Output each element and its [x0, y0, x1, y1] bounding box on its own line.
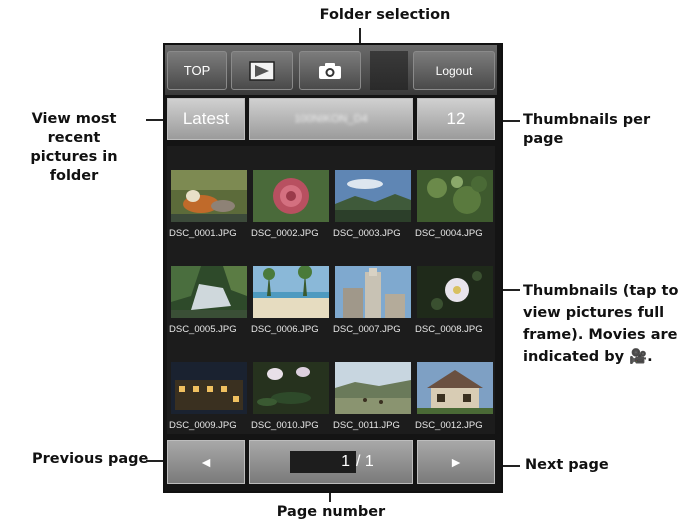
folder-name: 100NIKON_D4 [294, 113, 368, 125]
callout-line: frame). Movies are [523, 327, 678, 343]
thumbnail-filename: DSC_0012.JPG [415, 420, 483, 431]
callout-page-number: Page number [276, 504, 386, 520]
callout-view-recent: View most recent pictures in folder [4, 110, 144, 186]
playback-icon [249, 60, 275, 81]
thumbnail-image [253, 170, 329, 222]
callout-previous-page: Previous page [32, 451, 149, 467]
thumbnail-filename: DSC_0002.JPG [251, 228, 319, 239]
thumbnail-image [171, 362, 247, 414]
arrow-right-icon: ► [449, 454, 463, 470]
folder-selector[interactable]: 100NIKON_D4 [249, 98, 413, 140]
thumbnail-filename: DSC_0007.JPG [333, 324, 401, 335]
thumbnail-filename: DSC_0004.JPG [415, 228, 483, 239]
thumbnail-filename: DSC_0001.JPG [169, 228, 237, 239]
thumbnail-filename: DSC_0006.JPG [251, 324, 319, 335]
latest-button[interactable]: Latest [167, 98, 245, 140]
thumbnail-filename: DSC_0003.JPG [333, 228, 401, 239]
top-button[interactable]: TOP [167, 51, 227, 90]
page-total: / 1 [356, 453, 374, 470]
thumbnail-filename: DSC_0005.JPG [169, 324, 237, 335]
camera-icon [319, 62, 341, 79]
thumbnail-image [335, 362, 411, 414]
thumbnail-filename: DSC_0010.JPG [251, 420, 319, 431]
callout-thumbs-per-page: Thumbnails per page [523, 112, 651, 147]
callout-line: View most recent [31, 111, 117, 146]
thumbnail-filename: DSC_0011.JPG [333, 420, 400, 431]
thumbnail-image [171, 266, 247, 318]
thumbnail-image [253, 362, 329, 414]
next-page-button[interactable]: ► [417, 440, 495, 484]
thumbnail-filename: DSC_0009.JPG [169, 420, 237, 431]
callout-next-page: Next page [525, 457, 609, 473]
callout-thumbnails: Thumbnails (tap to view pictures full fr… [523, 280, 690, 368]
thumbnail-image [417, 266, 493, 318]
callout-line: view pictures full [523, 305, 665, 321]
page-current-input[interactable]: 1 [290, 451, 356, 473]
thumbnail-image [335, 170, 411, 222]
callout-line: indicated by 🎥. [523, 349, 653, 365]
callout-line: pictures in folder [30, 149, 118, 184]
camera-tab[interactable] [299, 51, 361, 90]
logout-button[interactable]: Logout [413, 51, 495, 90]
thumbnail-image [417, 362, 493, 414]
callout-folder-selection: Folder selection [319, 7, 451, 23]
arrow-left-icon: ◄ [199, 454, 213, 470]
thumbnails-per-page-selector[interactable]: 12 [417, 98, 495, 140]
thumbnail-image [417, 170, 493, 222]
previous-page-button[interactable]: ◄ [167, 440, 245, 484]
thumbnail-image [171, 170, 247, 222]
thumbnail-image [253, 266, 329, 318]
playback-tab[interactable] [231, 51, 293, 90]
toolbar-spacer [370, 51, 408, 90]
callout-line: Thumbnails (tap to [523, 283, 679, 299]
thumbnail-filename: DSC_0008.JPG [415, 324, 483, 335]
thumbnail-image [335, 266, 411, 318]
